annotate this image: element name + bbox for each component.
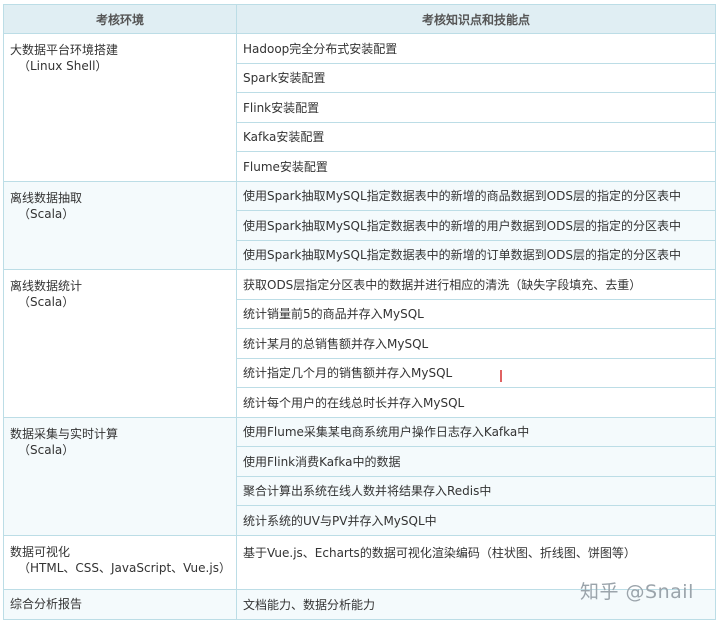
point-cell: Flume安装配置 [236, 151, 716, 182]
point-cell: Spark安装配置 [236, 62, 716, 93]
point-cell: 获取ODS层指定分区表中的数据并进行相应的清洗（缺失字段填充、去重） [236, 269, 716, 300]
table-container: 考核环境 考核知识点和技能点 大数据平台环境搭建 （Linux Shell） H… [3, 4, 716, 620]
table-row: 数据采集与实时计算 （Scala） 使用Flume采集某电商系统用户操作日志存入… [3, 416, 716, 536]
env-cell-statistics: 离线数据统计 （Scala） [3, 269, 237, 418]
point-cell: 统计某月的总销售额并存入MySQL [236, 328, 716, 359]
env-cell-realtime: 数据采集与实时计算 （Scala） [3, 416, 237, 536]
point-cell: 统计系统的UV与PV并存入MySQL中 [236, 505, 716, 536]
point-cell: 聚合计算出系统在线人数并将结果存入Redis中 [236, 475, 716, 506]
env-title: 大数据平台环境搭建 [10, 43, 119, 57]
point-cell: 使用Spark抽取MySQL指定数据表中的新增的用户数据到ODS层的指定的分区表… [236, 210, 716, 241]
env-subtitle: （Scala） [18, 442, 75, 457]
text-cursor-mark [500, 370, 502, 382]
env-cell-visualization: 数据可视化 （HTML、CSS、JavaScript、Vue.js） [3, 534, 237, 590]
point-cell: Hadoop完全分布式安装配置 [236, 33, 716, 64]
env-subtitle: （HTML、CSS、JavaScript、Vue.js） [18, 560, 231, 575]
env-title: 数据可视化 [10, 544, 71, 559]
env-subtitle: （Linux Shell） [18, 59, 108, 73]
point-cell: 统计销量前5的商品并存入MySQL [236, 298, 716, 329]
env-subtitle: （Scala） [18, 295, 75, 309]
point-cell: 使用Spark抽取MySQL指定数据表中的新增的订单数据到ODS层的指定的分区表… [236, 239, 716, 270]
env-title: 数据采集与实时计算 [10, 426, 119, 441]
table-row: 大数据平台环境搭建 （Linux Shell） Hadoop完全分布式安装配置 [3, 33, 716, 182]
point-cell: Kafka安装配置 [236, 121, 716, 152]
env-subtitle: （Scala） [18, 206, 75, 221]
env-cell-report: 综合分析报告 [3, 588, 237, 620]
point-cell: 使用Spark抽取MySQL指定数据表中的新增的商品数据到ODS层的指定的分区表… [236, 180, 716, 211]
header-knowledge-points: 考核知识点和技能点 [236, 4, 716, 34]
env-title: 离线数据抽取 [10, 190, 83, 205]
watermark-text: 知乎 @Snail [580, 581, 694, 603]
point-cell: 使用Flink消费Kafka中的数据 [236, 446, 716, 477]
point-cell: Flink安装配置 [236, 92, 716, 123]
table-row: 离线数据抽取 （Scala） 使用Spark抽取MySQL指定数据表中的新增的商… [3, 180, 716, 270]
assessment-table: 考核环境 考核知识点和技能点 大数据平台环境搭建 （Linux Shell） H… [3, 4, 716, 620]
header-environment: 考核环境 [3, 4, 237, 34]
point-cell: 统计每个用户的在线总时长并存入MySQL [236, 387, 716, 418]
env-title: 综合分析报告 [10, 597, 83, 611]
env-cell-extraction: 离线数据抽取 （Scala） [3, 180, 237, 270]
point-cell: 统计指定几个月的销售额并存入MySQL [236, 357, 716, 388]
env-title: 离线数据统计 [10, 279, 83, 293]
table-row: 离线数据统计 （Scala） 获取ODS层指定分区表中的数据并进行相应的清洗（缺… [3, 269, 716, 418]
header-row: 考核环境 考核知识点和技能点 [3, 4, 716, 34]
point-cell: 使用Flume采集某电商系统用户操作日志存入Kafka中 [236, 416, 716, 447]
env-cell-platform: 大数据平台环境搭建 （Linux Shell） [3, 33, 237, 182]
